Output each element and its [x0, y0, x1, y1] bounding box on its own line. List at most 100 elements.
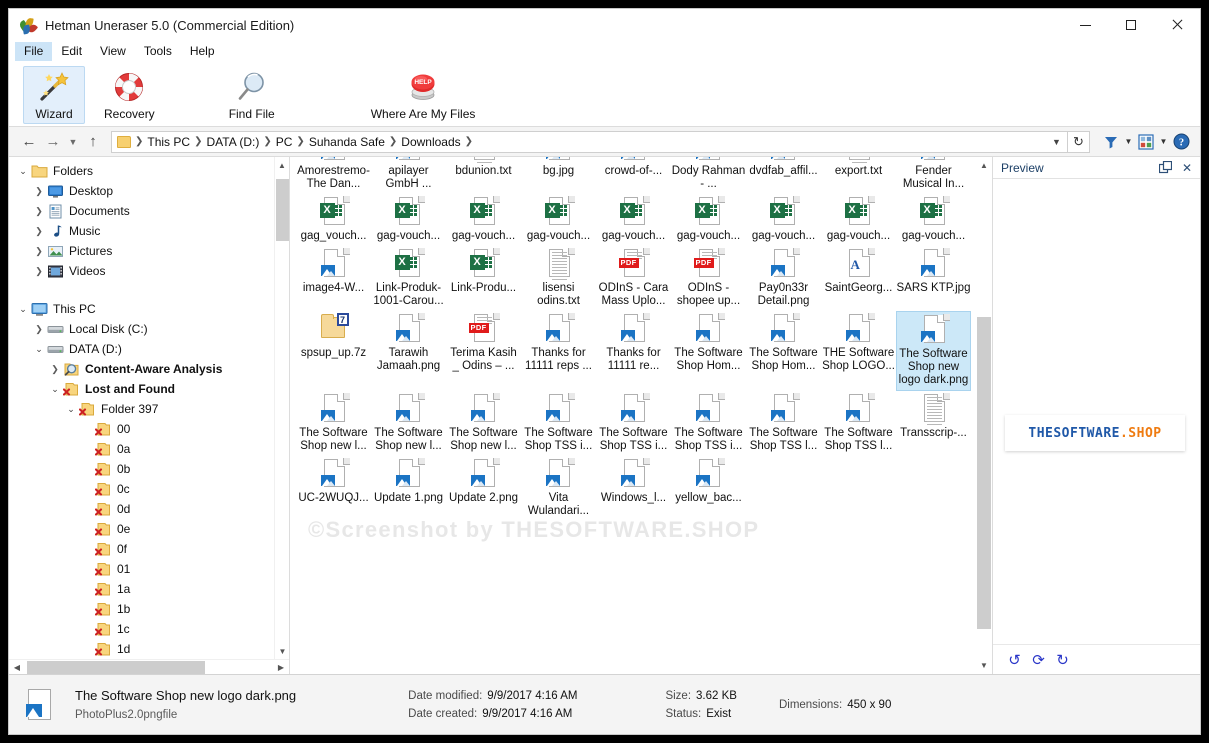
file-item[interactable]: Transscrip-... [896, 391, 971, 456]
tree-scroll-left-icon[interactable]: ◀ [9, 663, 25, 672]
chevron-right-icon[interactable]: ❯ [47, 364, 63, 375]
maximize-button[interactable] [1108, 9, 1154, 41]
tree-item-folders[interactable]: ⌄ Folders [9, 161, 289, 181]
file-item[interactable]: Tarawih Jamaah.png [371, 311, 446, 391]
tree-item-music[interactable]: ❯ Music [9, 221, 289, 241]
file-item[interactable]: PDF ODInS - shopee up... [671, 246, 746, 311]
chevron-right-icon[interactable]: ❯ [31, 206, 47, 217]
tree-horizontal-scrollbar[interactable]: ◀ ▶ [9, 659, 289, 674]
tree-item-folder-397[interactable]: ⌄ Folder 397 [9, 399, 289, 419]
file-item[interactable]: Xgag-vouch... [371, 194, 446, 246]
breadcrumb-this-pc[interactable]: This PC [144, 135, 193, 149]
file-item[interactable]: SARS KTP.jpg [896, 246, 971, 311]
menu-help[interactable]: Help [181, 42, 224, 61]
view-mode-dropdown-icon[interactable]: ▼ [1159, 132, 1168, 152]
file-item[interactable]: Dody Rahman - ... [671, 157, 746, 194]
menu-edit[interactable]: Edit [52, 42, 91, 61]
file-item[interactable]: yellow_bac... [671, 456, 746, 521]
breadcrumb-suhanda-safe[interactable]: Suhanda Safe [306, 135, 388, 149]
tree-scroll-down-icon[interactable]: ▼ [275, 643, 289, 659]
file-item[interactable]: Xgag-vouch... [896, 194, 971, 246]
chevron-down-icon[interactable]: ⌄ [63, 404, 79, 415]
file-item[interactable]: Update 1.png [371, 456, 446, 521]
tree-item-1d[interactable]: 1d [9, 639, 289, 659]
tree-item-00[interactable]: 00 [9, 419, 289, 439]
file-item[interactable]: export.txt [821, 157, 896, 194]
file-item[interactable]: Vita Wulandari... [521, 456, 596, 521]
tree-item-pictures[interactable]: ❯ Pictures [9, 241, 289, 261]
tree-scroll-right-icon[interactable]: ▶ [273, 663, 289, 672]
file-item[interactable]: Xgag-vouch... [446, 194, 521, 246]
folder-tree[interactable]: ▲ ▼ ⌄ Folders ❯ Desktop ❯ Documents ❯ Music ❯ Pic… [9, 157, 289, 659]
file-item[interactable]: The Software Shop TSS l... [821, 391, 896, 456]
history-chevron-icon[interactable]: ▼ [65, 130, 81, 154]
flip-icon[interactable]: ⟳ [1031, 652, 1046, 669]
recovery-button[interactable]: Recovery [95, 66, 164, 124]
tree-item-data-d[interactable]: ⌄ DATA (D:) [9, 339, 289, 359]
file-item[interactable]: The Software Shop TSS l... [746, 391, 821, 456]
chevron-right-icon[interactable]: ❯ [31, 226, 47, 237]
file-item[interactable]: Pay0n33r Detail.png [746, 246, 821, 311]
undock-icon[interactable] [1158, 161, 1172, 175]
breadcrumb-bar[interactable]: ❯ This PC ❯ DATA (D:) ❯ PC ❯ Suhanda Saf… [111, 130, 1068, 153]
file-item[interactable]: The Software Shop TSS i... [596, 391, 671, 456]
close-button[interactable] [1154, 9, 1200, 41]
where-are-my-files-button[interactable]: HELP Where Are My Files [362, 66, 485, 124]
filter-dropdown-icon[interactable]: ▼ [1124, 132, 1133, 152]
menu-view[interactable]: View [91, 42, 135, 61]
chevron-down-icon[interactable]: ⌄ [47, 384, 63, 395]
tree-item-local-disk-c[interactable]: ❯ Local Disk (C:) [9, 319, 289, 339]
tree-item-videos[interactable]: ❯ Videos [9, 261, 289, 281]
tree-scroll-thumb[interactable] [276, 179, 289, 241]
tree-item-0f[interactable]: 0f [9, 539, 289, 559]
file-item[interactable]: Thanks for 11111 reps ... [521, 311, 596, 391]
chevron-right-icon[interactable]: ❯ [31, 324, 47, 335]
file-item[interactable]: UC-2WUQJ... [296, 456, 371, 521]
tree-item-0b[interactable]: 0b [9, 459, 289, 479]
tree-item-lost-and-found[interactable]: ⌄ Lost and Found [9, 379, 289, 399]
file-item[interactable]: The Software Shop Hom... [746, 311, 821, 391]
view-mode-icon[interactable] [1135, 131, 1157, 153]
file-item[interactable]: The Software Shop new l... [371, 391, 446, 456]
file-item-selected[interactable]: The Software Shop new logo dark.png [896, 311, 971, 391]
file-item[interactable]: dvdfab_affil... [746, 157, 821, 194]
file-item[interactable]: Xgag-vouch... [671, 194, 746, 246]
refresh-icon[interactable]: ↻ [1068, 130, 1090, 153]
file-item[interactable]: Windows_l... [596, 456, 671, 521]
file-scroll-thumb[interactable] [977, 317, 991, 629]
back-arrow-icon[interactable]: ← [17, 130, 41, 154]
file-item[interactable]: The Software Shop new l... [446, 391, 521, 456]
find-file-button[interactable]: Find File [220, 66, 284, 124]
tree-vertical-scrollbar[interactable]: ▲ ▼ [274, 157, 289, 659]
file-item[interactable]: THE Software Shop LOGO... [821, 311, 896, 391]
file-item[interactable]: Xgag-vouch... [821, 194, 896, 246]
menu-tools[interactable]: Tools [135, 42, 181, 61]
rotate-left-icon[interactable]: ↺ [1007, 652, 1022, 669]
file-item[interactable]: Amorestremo-The Dan... [296, 157, 371, 194]
close-icon[interactable]: ✕ [1180, 161, 1194, 175]
chevron-down-icon[interactable]: ⌄ [31, 344, 47, 355]
chevron-down-icon[interactable]: ▼ [1048, 132, 1065, 152]
up-arrow-icon[interactable]: ↑ [81, 130, 105, 154]
menu-file[interactable]: File [15, 42, 53, 61]
tree-item-0a[interactable]: 0a [9, 439, 289, 459]
tree-item-0c[interactable]: 0c [9, 479, 289, 499]
file-item[interactable]: The Software Shop TSS i... [521, 391, 596, 456]
file-item[interactable]: Update 2.png [446, 456, 521, 521]
file-item[interactable]: 7 spsup_up.7z [296, 311, 371, 391]
file-item[interactable]: The Software Shop new l... [296, 391, 371, 456]
help-icon[interactable]: ? [1170, 131, 1192, 153]
tree-item-1a[interactable]: 1a [9, 579, 289, 599]
file-item[interactable]: PDF ODInS - Cara Mass Uplo... [596, 246, 671, 311]
breadcrumb-data-d[interactable]: DATA (D:) [203, 135, 262, 149]
chevron-right-icon[interactable]: ❯ [31, 186, 47, 197]
file-item[interactable]: lisensi odins.txt [521, 246, 596, 311]
wizard-button[interactable]: Wizard [23, 66, 85, 124]
file-item[interactable]: crowd-of-... [596, 157, 671, 194]
tree-item-desktop[interactable]: ❯ Desktop [9, 181, 289, 201]
tree-item-1b[interactable]: 1b [9, 599, 289, 619]
filter-funnel-icon[interactable] [1100, 131, 1122, 153]
tree-item-01[interactable]: 01 [9, 559, 289, 579]
tree-item-0d[interactable]: 0d [9, 499, 289, 519]
preview-image-area[interactable]: THESOFTWARE .SHOP [993, 179, 1200, 644]
